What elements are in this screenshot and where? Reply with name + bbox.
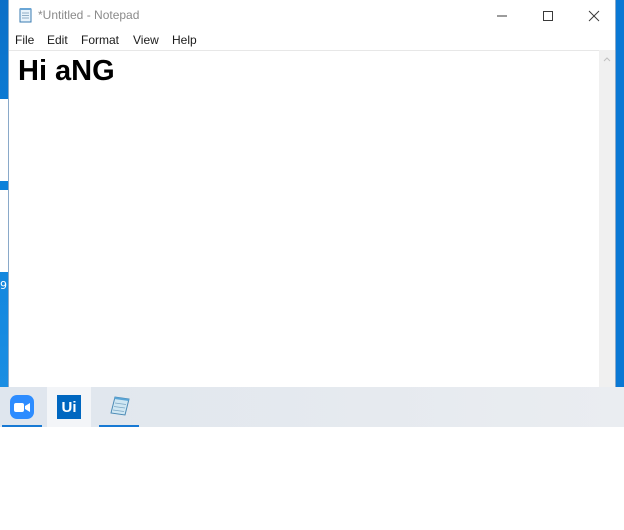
minimize-button[interactable] [479, 0, 525, 31]
title-bar[interactable]: *Untitled - Notepad [9, 0, 615, 31]
menu-help[interactable]: Help [172, 33, 197, 47]
uipath-icon: Ui [57, 395, 81, 419]
taskbar-zoom-button[interactable] [0, 387, 44, 427]
close-button[interactable] [571, 0, 617, 31]
running-indicator [2, 425, 42, 427]
notepad-icon [106, 393, 132, 422]
maximize-icon [543, 10, 553, 21]
menu-edit[interactable]: Edit [47, 33, 68, 47]
scroll-up-button[interactable] [599, 50, 615, 67]
menu-bar: File Edit Format View Help [9, 31, 615, 50]
vertical-scrollbar[interactable] [599, 50, 615, 387]
chevron-up-icon [603, 56, 611, 61]
taskbar-uipath-button[interactable]: Ui [47, 387, 91, 427]
text-editor[interactable]: Hi aNG [9, 50, 600, 387]
running-indicator [99, 425, 139, 427]
notepad-icon [18, 7, 33, 23]
taskbar: Ui [0, 387, 624, 427]
menu-file[interactable]: File [15, 33, 34, 47]
desktop-window-edge [0, 190, 8, 272]
window-title: *Untitled - Notepad [38, 8, 140, 22]
zoom-icon [10, 395, 34, 419]
minimize-icon [497, 15, 507, 16]
editor-content[interactable]: Hi aNG [18, 55, 115, 88]
close-icon [588, 10, 600, 21]
desktop-icon-label: C [0, 106, 8, 119]
desktop-icon-label: 9 [0, 279, 7, 292]
menu-format[interactable]: Format [81, 33, 119, 47]
notepad-window: *Untitled - Notepad File Edit Format Vie… [8, 0, 616, 387]
menu-view[interactable]: View [133, 33, 159, 47]
taskbar-notepad-button[interactable] [97, 387, 141, 427]
maximize-button[interactable] [525, 0, 571, 31]
